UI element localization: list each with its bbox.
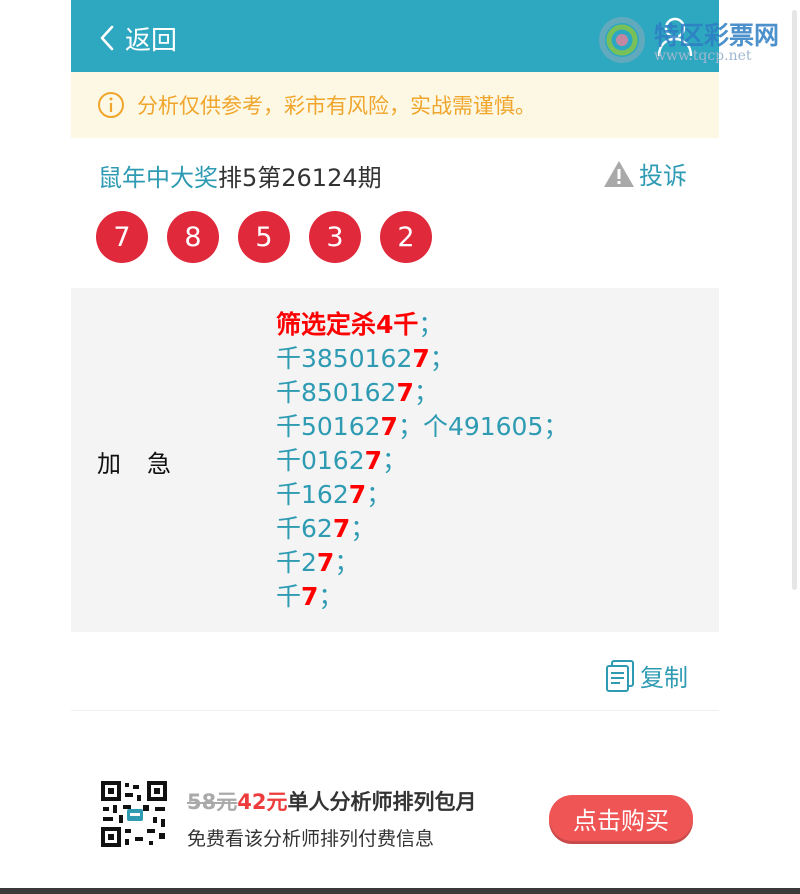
info-icon <box>98 92 124 118</box>
number-ball: 7 <box>96 211 148 263</box>
chevron-left-icon <box>100 25 114 51</box>
copy-icon <box>606 659 634 692</box>
line-text: 千85016 <box>276 378 381 407</box>
promo-plan-name: 单人分析师排列包月 <box>287 790 477 814</box>
author-link[interactable]: 鼠年中大奖 <box>98 164 218 192</box>
copy-label: 复制 <box>640 664 688 692</box>
issue-text: 排5第26124期 <box>218 164 382 192</box>
line-digits: 27 <box>364 412 398 441</box>
line-text: 千385016 <box>276 344 397 373</box>
category-label: 加急 <box>97 450 197 478</box>
prediction-panel: 加急 筛选定杀4千； 千38501627； 千8501627； 千501627；个49… <box>71 288 719 632</box>
back-button[interactable]: 返回 <box>97 20 177 56</box>
prediction-line: 千27； <box>276 546 568 580</box>
back-label: 返回 <box>125 25 178 56</box>
complaint-button[interactable]: 投诉 <box>603 156 687 191</box>
bottom-edge <box>0 888 800 894</box>
line-digits: 27 <box>380 378 414 407</box>
line-text: 千5016 <box>276 412 365 441</box>
buy-button[interactable]: 点击购买 <box>549 795 693 841</box>
number-ball: 8 <box>167 211 219 263</box>
line-suffix: ； <box>382 446 408 475</box>
post-title: 鼠年中大奖排5第26124期 <box>98 158 382 193</box>
line-text: 筛选定杀4千 <box>276 310 419 339</box>
line-digits: 27 <box>316 514 351 543</box>
scrollbar-thumb[interactable] <box>792 10 797 590</box>
line-suffix: ； <box>418 310 444 339</box>
old-price: 58元 <box>187 790 238 814</box>
line-suffix: ； <box>413 378 439 407</box>
notice-text: 分析仅供参考，彩市有风险，实战需谨慎。 <box>137 94 536 118</box>
copy-button[interactable]: 复制 <box>604 658 688 693</box>
number-ball: 2 <box>380 211 432 263</box>
line-suffix: ； <box>318 582 344 611</box>
watermark-url: www.tqcp.net <box>654 48 752 64</box>
prediction-line: 千7； <box>276 580 568 614</box>
watermark-brand: 特区彩票网 <box>654 21 780 50</box>
line-text: 千6 <box>276 514 317 543</box>
prediction-lines: 筛选定杀4千； 千38501627； 千8501627； 千501627；个49160… <box>276 308 568 614</box>
line-text: 千 <box>276 548 302 577</box>
draw-numbers: 7 8 5 3 2 <box>96 211 451 263</box>
line-suffix: ； <box>334 548 360 577</box>
new-price: 42元 <box>237 790 288 814</box>
line-digits: 7 <box>301 582 319 611</box>
prediction-line: 千627； <box>276 512 568 546</box>
watermark-logo-icon <box>599 17 645 63</box>
risk-notice: 分析仅供参考，彩市有风险，实战需谨慎。 <box>71 72 719 138</box>
number-ball: 3 <box>309 211 361 263</box>
promo-title: 58元42元单人分析师排列包月 <box>187 786 476 816</box>
number-ball: 5 <box>238 211 290 263</box>
line-digits: 27 <box>348 446 383 475</box>
line-text: 千16 <box>276 480 333 509</box>
prediction-line: 千501627；个491605； <box>276 410 568 444</box>
complaint-label: 投诉 <box>639 162 687 190</box>
site-watermark: 特区彩票网 www.tqcp.net <box>592 12 800 70</box>
line-suffix: ； <box>429 344 455 373</box>
divider <box>71 710 719 711</box>
line-text: 千 <box>276 582 302 611</box>
mobile-page: 返回 分析仅供参考，彩市有风险，实战需谨慎。 鼠年中大奖排5第26124期 投诉… <box>71 0 719 894</box>
line-suffix: ； <box>350 514 376 543</box>
prediction-line: 千1627； <box>276 478 568 512</box>
warning-icon <box>604 160 634 187</box>
prediction-line: 千38501627； <box>276 342 568 376</box>
prediction-line: 筛选定杀4千； <box>276 308 568 342</box>
line-suffix: ； <box>366 480 392 509</box>
prediction-line: 千01627； <box>276 444 568 478</box>
qr-code-icon <box>99 779 169 849</box>
line-suffix: ；个491605； <box>397 412 569 441</box>
promo-subtitle: 免费看该分析师排列付费信息 <box>187 828 435 850</box>
line-digits: 27 <box>301 548 335 577</box>
line-digits: 27 <box>332 480 367 509</box>
prediction-line: 千8501627； <box>276 376 568 410</box>
line-digits: 27 <box>396 344 430 373</box>
line-text: 千016 <box>276 446 349 475</box>
